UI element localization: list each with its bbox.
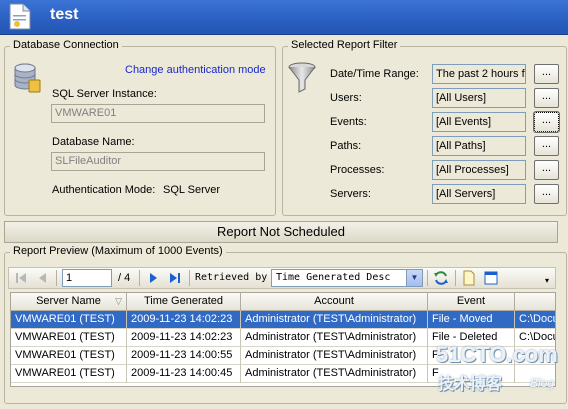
filter-funnel-icon [288,62,316,93]
toolbar-separator [139,270,140,286]
cell-time-generated: 2009-11-23 14:02:23 [127,311,241,329]
column-header-path[interactable] [515,293,555,311]
toolbar-separator [427,270,428,286]
schedule-status-banner[interactable]: Report Not Scheduled [4,221,558,243]
events-browse-button[interactable]: ... [533,111,560,133]
column-header-time-generated[interactable]: Time Generated [127,293,241,311]
date-range-browse-button[interactable]: ... [534,64,559,84]
watermark-subtitle: 技术博客 [438,376,503,393]
cell-event: File - Moved [428,311,515,329]
sort-order-select[interactable]: Time Generated Desc ▼ [271,269,423,287]
change-authentication-link[interactable]: Change authentication mode [125,64,266,76]
sort-order-value: Time Generated Desc [276,272,391,283]
toolbar-overflow-button[interactable]: ▾ [541,270,553,286]
sql-instance-label: SQL Server Instance: [52,88,157,100]
cell-account: Administrator (TEST\Administrator) [241,365,428,383]
cell-server-name: VMWARE01 (TEST) [11,329,127,347]
watermark-blog: Blog [530,376,555,390]
first-page-icon[interactable] [13,270,29,286]
date-range-label: Date/Time Range: [330,68,419,80]
page-number-input[interactable]: 1 [62,269,112,287]
servers-field[interactable]: [All Servers] [432,184,526,204]
window-header: test [0,0,568,35]
database-connection-legend: Database Connection [10,39,122,51]
column-header-server-name[interactable]: Server Name ▽ [11,293,127,311]
page-total-label: / 4 [118,272,131,284]
users-browse-button[interactable]: ... [534,88,559,108]
watermark-domain: 51CTO.com [436,342,558,367]
cell-account: Administrator (TEST\Administrator) [241,311,428,329]
paths-browse-button[interactable]: ... [534,136,559,156]
report-filter-legend: Selected Report Filter [288,39,401,51]
date-range-field[interactable]: The past 2 hours fr [432,64,526,84]
refresh-icon[interactable] [433,270,449,286]
users-field[interactable]: [All Users] [432,88,526,108]
report-document-icon [9,3,31,30]
processes-label: Processes: [330,164,385,176]
authentication-mode-label: Authentication Mode: [52,184,156,196]
paths-label: Paths: [330,140,362,152]
cell-path: C:\Docu [515,311,555,329]
sql-instance-field[interactable]: VMWARE01 [51,104,265,123]
cell-account: Administrator (TEST\Administrator) [241,329,428,347]
last-page-icon[interactable] [167,270,183,286]
column-header-account[interactable]: Account [241,293,428,311]
site-watermark: 51CTO.com 技术博客 Blog [436,342,566,406]
database-name-field[interactable]: SLFileAuditor [51,152,265,171]
toolbar-separator [455,270,456,286]
cell-account: Administrator (TEST\Administrator) [241,347,428,365]
window-title: test [50,6,79,23]
cell-server-name: VMWARE01 (TEST) [11,347,127,365]
database-name-label: Database Name: [52,136,135,148]
events-field[interactable]: [All Events] [432,112,526,132]
authentication-mode-value: SQL Server [163,184,221,196]
cell-time-generated: 2009-11-23 14:00:45 [127,365,241,383]
sort-indicator-icon: ▽ [115,296,122,306]
preview-toolbar: 1 / 4 Retrieved by Time Generated Desc ▼… [8,267,556,289]
database-icon [14,63,41,93]
servers-browse-button[interactable]: ... [534,184,559,204]
dropdown-arrow-icon[interactable]: ▼ [406,270,422,286]
cell-server-name: VMWARE01 (TEST) [11,311,127,329]
cell-time-generated: 2009-11-23 14:02:23 [127,329,241,347]
servers-label: Servers: [330,188,371,200]
column-header-server-name-label: Server Name [36,295,101,307]
report-preview-legend: Report Preview (Maximum of 1000 Events) [10,245,226,257]
page-setup-icon[interactable] [461,270,477,286]
cell-time-generated: 2009-11-23 14:00:55 [127,347,241,365]
events-label: Events: [330,116,367,128]
users-label: Users: [330,92,362,104]
cell-server-name: VMWARE01 (TEST) [11,365,127,383]
toolbar-separator [56,270,57,286]
print-layout-icon[interactable] [483,270,499,286]
processes-field[interactable]: [All Processes] [432,160,526,180]
retrieved-by-label: Retrieved by [195,272,268,283]
paths-field[interactable]: [All Paths] [432,136,526,156]
previous-page-icon[interactable] [35,270,51,286]
toolbar-separator [189,270,190,286]
processes-browse-button[interactable]: ... [534,160,559,180]
column-header-event[interactable]: Event [428,293,515,311]
table-row[interactable]: VMWARE01 (TEST) 2009-11-23 14:02:23 Admi… [11,311,555,329]
next-page-icon[interactable] [145,270,161,286]
